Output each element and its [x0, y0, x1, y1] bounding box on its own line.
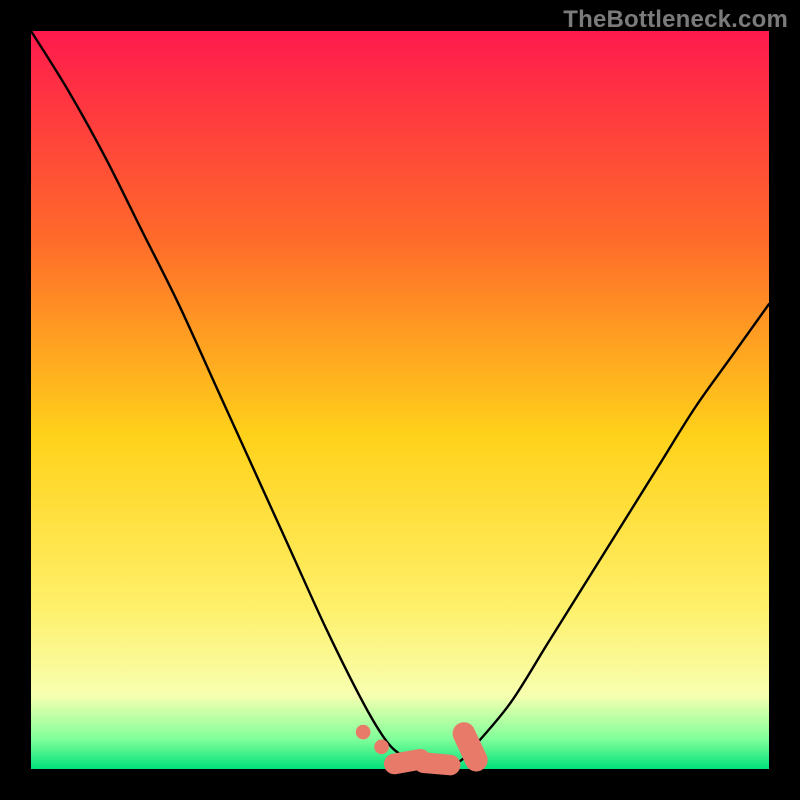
curve-marker	[374, 740, 389, 755]
gradient-plot-area	[31, 31, 769, 769]
chart-stage: TheBottleneck.com	[0, 0, 800, 800]
curve-marker	[356, 725, 371, 740]
bottleneck-chart	[0, 0, 800, 800]
watermark-text: TheBottleneck.com	[563, 6, 788, 34]
